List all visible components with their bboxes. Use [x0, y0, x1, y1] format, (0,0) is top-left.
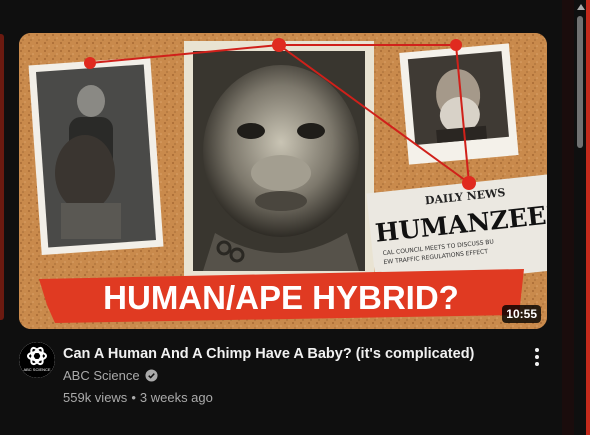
channel-row[interactable]: ABC Science	[63, 368, 158, 383]
scroll-up-arrow-icon[interactable]	[577, 4, 585, 10]
channel-name[interactable]: ABC Science	[63, 368, 140, 383]
previous-video-edge	[0, 34, 4, 320]
channel-avatar[interactable]: ABC SCIENCE	[19, 342, 55, 378]
left-photo	[28, 56, 164, 256]
banner-text: HUMAN/APE HYBRID?	[103, 279, 459, 316]
next-video-edge	[562, 0, 574, 435]
avatar-text: ABC SCIENCE	[23, 367, 50, 372]
window-edge	[586, 0, 590, 435]
upload-age: 3 weeks ago	[139, 390, 213, 405]
meta-separator: •	[131, 390, 136, 405]
video-metadata: 559k views • 3 weeks ago	[63, 390, 213, 405]
video-title[interactable]: Can A Human And A Chimp Have A Baby? (it…	[63, 344, 503, 364]
view-count: 559k views	[63, 390, 128, 405]
verified-check-icon	[145, 369, 158, 382]
video-thumbnail[interactable]: DAILY NEWS HUMANZEE? CAL COUNCIL MEETS T…	[19, 33, 547, 329]
thumbnail-artwork: DAILY NEWS HUMANZEE? CAL COUNCIL MEETS T…	[19, 33, 547, 329]
scrollbar-thumb[interactable]	[577, 16, 583, 148]
abc-logo-icon: ABC SCIENCE	[19, 342, 55, 378]
duration-badge: 10:55	[502, 305, 541, 323]
center-photo	[184, 41, 374, 279]
more-vertical-icon[interactable]	[526, 346, 548, 368]
